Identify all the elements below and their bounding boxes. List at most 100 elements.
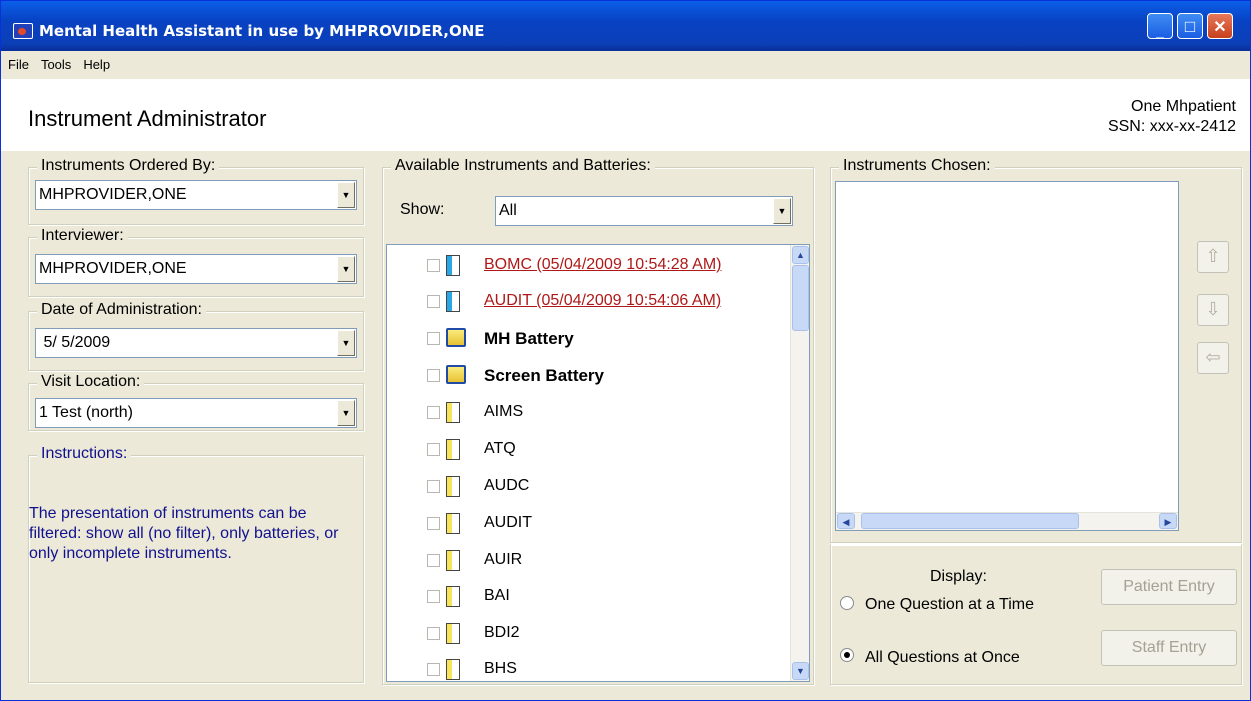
list-item-label[interactable]: BOMC (05/04/2009 10:54:28 AM) [484,256,721,274]
staff-entry-button[interactable]: Staff Entry [1101,630,1237,666]
ordered-by-label: Instruments Ordered By: [37,157,220,175]
battery-icon [446,328,466,347]
available-label: Available Instruments and Batteries: [391,157,655,175]
instrument-icon [446,291,460,312]
chevron-down-icon[interactable]: ▼ [337,330,355,356]
list-item-label: AUIR [484,551,523,568]
scroll-right-icon[interactable]: ▶ [1159,513,1177,529]
patient-entry-button[interactable]: Patient Entry [1101,569,1237,605]
scroll-up-icon[interactable]: ▲ [792,246,809,264]
move-up-button[interactable]: ⇧ [1197,241,1229,273]
list-item-label: BHS [484,660,517,677]
patient-ssn: SSN: xxx-xx-2412 [1107,118,1236,135]
date-value: 5/ 5/2009 [39,334,111,351]
instrument-icon [446,586,460,607]
scroll-thumb[interactable] [792,265,809,331]
location-label: Visit Location: [37,373,145,391]
checkbox[interactable] [427,480,440,493]
menu-bar: File Tools Help [1,51,1250,79]
instrument-icon [446,402,460,423]
location-group: Visit Location: 1 Test (north) ▼ [28,373,364,431]
checkbox[interactable] [427,369,440,382]
arrow-up-icon: ⇧ [1205,246,1221,266]
radio-all-questions-label[interactable]: All Questions at Once [865,649,1020,667]
menu-help[interactable]: Help [77,51,116,72]
checkbox[interactable] [427,590,440,603]
list-item-label: AUDIT [484,514,532,531]
date-label: Date of Administration: [37,301,206,319]
scroll-left-icon[interactable]: ◀ [837,513,855,529]
interviewer-label: Interviewer: [37,227,128,245]
instrument-icon [446,550,460,571]
chevron-down-icon[interactable]: ▼ [773,198,791,224]
display-label: Display: [930,568,987,585]
battery-icon [446,365,466,384]
scroll-thumb[interactable] [861,513,1079,529]
chosen-list[interactable]: ◀ ▶ [835,181,1179,531]
list-item-label: Screen Battery [484,366,605,385]
interviewer-value: MHPROVIDER,ONE [39,260,187,277]
list-item-label: ATQ [484,440,516,457]
chevron-down-icon[interactable]: ▼ [337,182,355,208]
page-title: Instrument Administrator [28,106,267,131]
checkbox[interactable] [427,554,440,567]
checkbox[interactable] [427,406,440,419]
list-item-label: MH Battery [484,329,574,348]
checkbox[interactable] [427,517,440,530]
date-group: Date of Administration: 5/ 5/2009 ▼ [28,301,364,371]
vertical-scrollbar[interactable]: ▲ ▼ [790,245,809,681]
window-title: Mental Health Assistant in use by MHPROV… [39,22,485,40]
chevron-down-icon[interactable]: ▼ [337,400,355,426]
interviewer-select[interactable]: MHPROVIDER,ONE ▼ [35,254,357,284]
radio-all-questions[interactable] [840,648,854,662]
show-filter-value: All [499,202,517,219]
date-picker[interactable]: 5/ 5/2009 ▼ [35,328,357,358]
patient-name: One Mhpatient [1131,98,1236,115]
ordered-by-group: Instruments Ordered By: MHPROVIDER,ONE ▼ [28,157,364,225]
close-button[interactable]: ✕ [1207,13,1233,39]
available-list[interactable]: BOMC (05/04/2009 10:54:28 AM) AUDIT (05/… [386,244,810,682]
title-bar[interactable]: Mental Health Assistant in use by MHPROV… [1,1,1250,51]
list-item-label: BDI2 [484,624,520,641]
list-item-label: AUDC [484,477,530,494]
app-icon[interactable] [13,23,33,39]
instrument-icon [446,659,460,680]
application-window: Mental Health Assistant in use by MHPROV… [0,0,1251,701]
instructions-text: The presentation of instruments can be f… [29,505,339,562]
chevron-down-icon[interactable]: ▼ [337,256,355,282]
radio-one-question-label[interactable]: One Question at a Time [865,596,1034,614]
instrument-icon [446,513,460,534]
location-value: 1 Test (north) [39,404,133,421]
ordered-by-select[interactable]: MHPROVIDER,ONE ▼ [35,180,357,210]
scroll-down-icon[interactable]: ▼ [792,662,809,680]
instructions-label: Instructions: [37,445,132,463]
menu-file[interactable]: File [1,51,35,72]
arrow-down-icon: ⇩ [1205,299,1221,319]
ordered-by-value: MHPROVIDER,ONE [39,186,187,203]
arrow-left-icon: ⇦ [1205,347,1221,367]
radio-one-question[interactable] [840,596,854,610]
move-down-button[interactable]: ⇩ [1197,294,1229,326]
maximize-button[interactable]: □ [1177,13,1203,39]
remove-button[interactable]: ⇦ [1197,342,1229,374]
instrument-icon [446,623,460,644]
checkbox[interactable] [427,295,440,308]
minimize-button[interactable]: _ [1147,13,1173,39]
checkbox[interactable] [427,443,440,456]
checkbox[interactable] [427,627,440,640]
list-item-label: AIMS [484,403,524,420]
show-filter-select[interactable]: All ▼ [495,196,793,226]
menu-tools[interactable]: Tools [35,51,77,72]
checkbox[interactable] [427,332,440,345]
location-select[interactable]: 1 Test (north) ▼ [35,398,357,428]
horizontal-scrollbar[interactable]: ◀ ▶ [836,512,1178,530]
list-item-label[interactable]: AUDIT (05/04/2009 10:54:06 AM) [484,292,721,310]
patient-info: One Mhpatient SSN: xxx-xx-2412 [1108,97,1236,137]
interviewer-group: Interviewer: MHPROVIDER,ONE ▼ [28,227,364,297]
close-icon: ✕ [1213,19,1227,36]
show-label: Show: [400,201,445,218]
instructions-group: Instructions: The presentation of instru… [28,445,364,683]
checkbox[interactable] [427,663,440,676]
checkbox[interactable] [427,259,440,272]
instrument-icon [446,439,460,460]
